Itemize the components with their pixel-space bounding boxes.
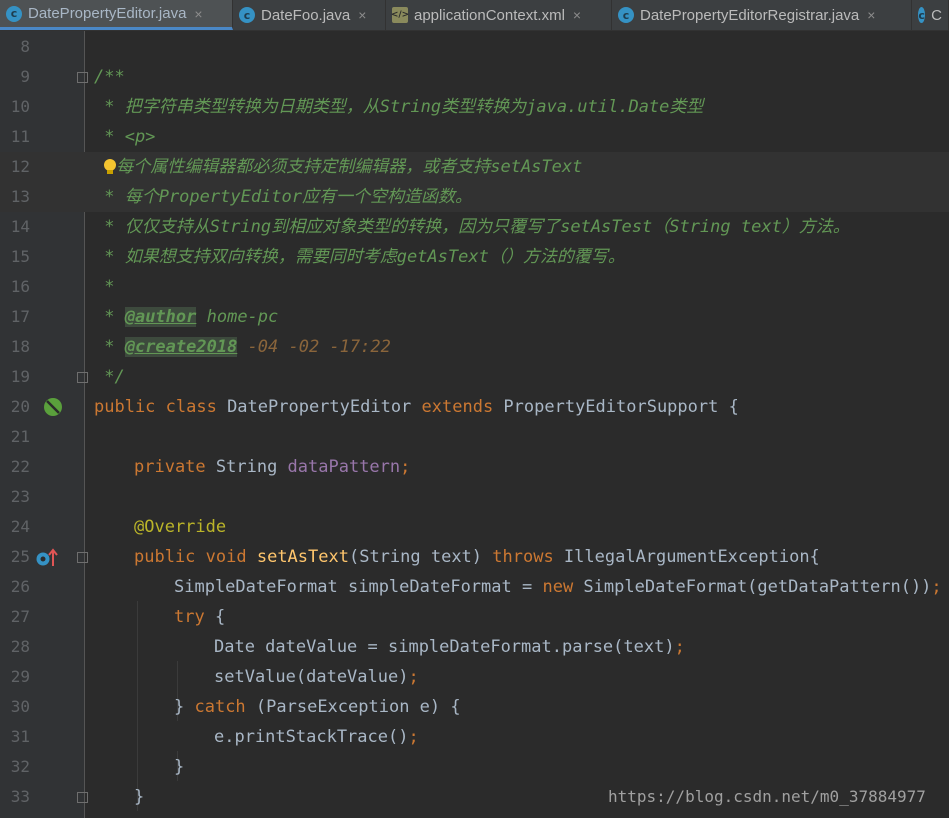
tab-label: applicationContext.xml [414, 6, 565, 24]
line-number: 8 [20, 37, 30, 56]
line-number: 28 [10, 637, 30, 656]
javadoc-tag: @author [124, 307, 197, 327]
line-number: 31 [10, 727, 30, 746]
watermark: https://blog.csdn.net/m0_37884977 [608, 787, 926, 806]
line-number: 12 [10, 157, 30, 176]
tab-date-property-editor-registrar[interactable]: c DatePropertyEditorRegistrar.java × [612, 0, 912, 30]
tab-label: DatePropertyEditor.java [28, 5, 187, 22]
fold-icon[interactable] [77, 72, 88, 83]
tab-date-property-editor[interactable]: c DatePropertyEditor.java × [0, 0, 233, 30]
close-icon[interactable]: × [867, 7, 875, 23]
fold-icon[interactable] [77, 552, 88, 563]
code-line: * 每个PropertyEditor应有一个空构造函数。 [94, 187, 472, 207]
line-number: 27 [10, 607, 30, 626]
code-line: public class DatePropertyEditor extends … [94, 397, 739, 417]
line-number: 9 [20, 67, 30, 86]
override-method-icon[interactable] [35, 548, 61, 568]
tab-label: C [931, 6, 942, 24]
code-line: * [94, 277, 115, 297]
line-number: 20 [10, 397, 30, 416]
code-line: * 把字符串类型转换为日期类型，从String类型转换为java.util.Da… [94, 97, 704, 117]
code-editor[interactable]: 8 9 /** 10 * 把字符串类型转换为日期类型，从String类型转换为j… [0, 31, 949, 818]
code-line: try { [174, 607, 226, 627]
tab-application-context[interactable]: </> applicationContext.xml × [386, 0, 612, 30]
code-line: * <p> [94, 127, 156, 147]
close-icon[interactable]: × [573, 7, 581, 23]
line-number: 19 [10, 367, 30, 386]
line-number: 23 [10, 487, 30, 506]
line-number: 13 [10, 187, 30, 206]
line-number: 22 [10, 457, 30, 476]
code-line: } [134, 787, 145, 807]
line-number: 30 [10, 697, 30, 716]
code-line: /** [94, 67, 125, 87]
code-line: private String dataPattern; [134, 457, 411, 477]
class-icon: c [618, 7, 634, 23]
close-icon[interactable]: × [194, 6, 202, 22]
code-line: @Override [134, 517, 227, 537]
code-line: * @create2018 -04 -02 -17:22 [94, 337, 391, 357]
line-number: 25 [10, 547, 30, 566]
line-number: 24 [10, 517, 30, 536]
code-line: * @author home-pc [94, 307, 279, 327]
line-number: 21 [10, 427, 30, 446]
line-number: 17 [10, 307, 30, 326]
code-line: Date dateValue = simpleDateFormat.parse(… [214, 637, 685, 657]
line-number: 10 [10, 97, 30, 116]
close-icon[interactable]: × [358, 7, 366, 23]
editor-tab-bar: c DatePropertyEditor.java × c DateFoo.ja… [0, 0, 949, 31]
tab-overflow[interactable]: c C [912, 0, 949, 30]
code-line: * 仅仅支持从String到相应对象类型的转换，因为只覆写了setAsTest（… [94, 217, 850, 237]
line-number: 33 [10, 787, 30, 806]
code-line: public void setAsText(String text) throw… [134, 547, 820, 567]
code-line: setValue(dateValue); [214, 667, 419, 687]
code-line: } [174, 757, 185, 777]
class-icon: c [239, 7, 255, 23]
line-number: 14 [10, 217, 30, 236]
class-icon: c [6, 5, 22, 22]
code-line: } catch (ParseException e) { [174, 697, 461, 717]
line-number: 32 [10, 757, 30, 776]
code-line: */ [94, 367, 125, 387]
line-number: 11 [10, 127, 30, 146]
line-number: 15 [10, 247, 30, 266]
tab-label: DateFoo.java [261, 6, 351, 24]
code-line: e.printStackTrace(); [214, 727, 419, 747]
spring-bean-icon[interactable] [43, 397, 63, 417]
line-number: 18 [10, 337, 30, 356]
code-line: * 如果想支持双向转换，需要同时考虑getAsText（）方法的覆写。 [94, 247, 625, 267]
line-number: 26 [10, 577, 30, 596]
fold-icon[interactable] [77, 792, 88, 803]
fold-icon[interactable] [77, 372, 88, 383]
class-icon: c [918, 7, 926, 23]
tab-label: DatePropertyEditorRegistrar.java [640, 6, 860, 24]
code-line: 每个属性编辑器都必须支持定制编辑器，或者支持setAsText [106, 157, 583, 177]
javadoc-tag: @create2018 [124, 337, 238, 357]
tab-date-foo[interactable]: c DateFoo.java × [233, 0, 386, 30]
line-number: 16 [10, 277, 30, 296]
xml-file-icon: </> [391, 7, 409, 23]
code-line: SimpleDateFormat simpleDateFormat = new … [174, 577, 942, 597]
line-number: 29 [10, 667, 30, 686]
